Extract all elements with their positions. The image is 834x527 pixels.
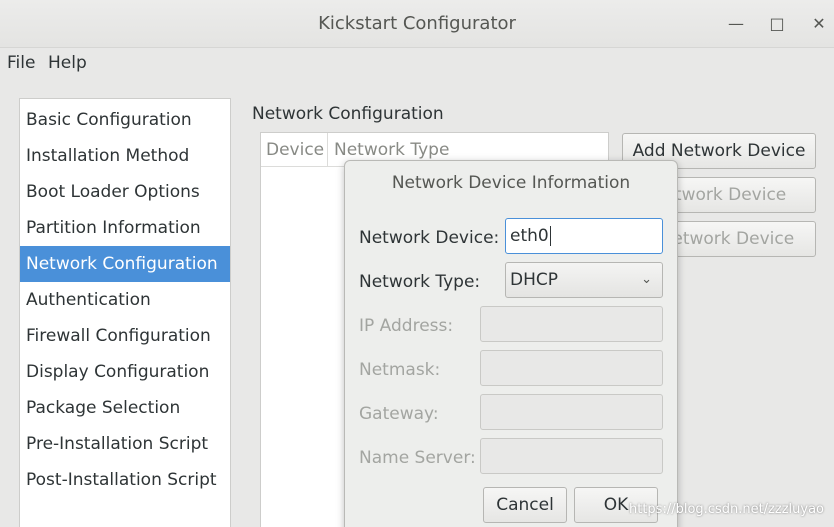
- ip-address-input[interactable]: [480, 306, 663, 342]
- name-server-input[interactable]: [480, 438, 663, 474]
- sidebar-item-package-selection[interactable]: Package Selection: [20, 390, 230, 426]
- column-header-network-type[interactable]: Network Type: [334, 140, 449, 160]
- window-title: Kickstart Configurator: [318, 13, 516, 34]
- sidebar-item-network-configuration[interactable]: Network Configuration: [20, 246, 230, 282]
- sidebar-item-boot-loader-options[interactable]: Boot Loader Options: [20, 174, 230, 210]
- gateway-input[interactable]: [480, 394, 663, 430]
- netmask-label: Netmask:: [359, 360, 441, 380]
- menu-bar: File Help: [0, 48, 834, 82]
- menu-help[interactable]: Help: [48, 53, 87, 73]
- menu-file[interactable]: File: [7, 53, 35, 73]
- network-device-value: eth0: [510, 226, 549, 246]
- network-type-label: Network Type:: [359, 272, 481, 292]
- maximize-icon[interactable]: □: [767, 14, 787, 34]
- sidebar-item-installation-method[interactable]: Installation Method: [20, 138, 230, 174]
- sidebar-item-pre-installation-script[interactable]: Pre-Installation Script: [20, 426, 230, 462]
- gateway-label: Gateway:: [359, 404, 439, 424]
- name-server-label: Name Server:: [359, 448, 476, 468]
- minimize-icon[interactable]: —: [726, 14, 746, 34]
- column-separator: [327, 133, 328, 167]
- sidebar-item-partition-information[interactable]: Partition Information: [20, 210, 230, 246]
- network-type-select[interactable]: DHCP ⌄: [505, 262, 663, 298]
- sidebar-item-basic-configuration[interactable]: Basic Configuration: [20, 102, 230, 138]
- watermark-text: https://blog.csdn.net/zzzluyao: [629, 502, 824, 517]
- sidebar-item-post-installation-script[interactable]: Post-Installation Script: [20, 462, 230, 498]
- ip-address-label: IP Address:: [359, 316, 454, 336]
- section-title: Network Configuration: [252, 104, 444, 124]
- network-type-value: DHCP: [510, 270, 558, 290]
- dialog-title: Network Device Information: [391, 173, 631, 193]
- sidebar-item-authentication[interactable]: Authentication: [20, 282, 230, 318]
- chevron-down-icon: ⌄: [641, 272, 652, 287]
- text-caret: [549, 226, 551, 246]
- sidebar: Basic Configuration Installation Method …: [19, 98, 231, 527]
- title-bar: Kickstart Configurator — □ ✕: [0, 0, 834, 48]
- sidebar-item-firewall-configuration[interactable]: Firewall Configuration: [20, 318, 230, 354]
- cancel-button[interactable]: Cancel: [483, 487, 567, 523]
- column-header-device[interactable]: Device: [266, 140, 324, 160]
- close-icon[interactable]: ✕: [809, 14, 829, 34]
- sidebar-item-display-configuration[interactable]: Display Configuration: [20, 354, 230, 390]
- network-device-dialog: Network Device Information Network Devic…: [344, 160, 678, 527]
- netmask-input[interactable]: [480, 350, 663, 386]
- network-device-label: Network Device:: [359, 228, 500, 248]
- network-device-input[interactable]: eth0: [505, 218, 663, 254]
